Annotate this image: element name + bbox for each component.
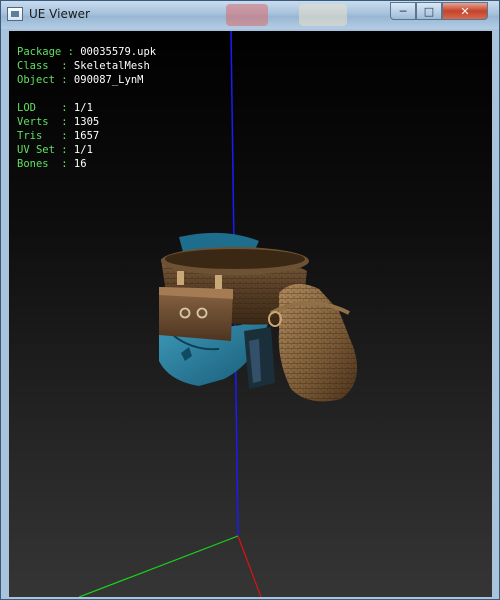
info-row-object: Object : 090087_LynM <box>17 74 144 86</box>
info-row-lod: LOD : 1/1 <box>17 102 93 114</box>
minimize-icon: ─ <box>399 4 407 18</box>
app-icon <box>7 7 23 21</box>
info-row-package: Package : 00035579.upk <box>17 46 157 58</box>
close-icon: ✕ <box>460 4 470 18</box>
info-label: UV Set <box>17 144 62 156</box>
info-label: Verts <box>17 116 62 128</box>
info-label: LOD <box>17 102 62 114</box>
info-value: 00035579.upk <box>80 46 157 58</box>
info-value: 1657 <box>73 130 100 142</box>
info-row-tris: Tris : 1657 <box>17 130 100 142</box>
app-window: UE Viewer ─ □ ✕ Package: 00035579.upk C… <box>0 0 500 600</box>
info-value: 16 <box>73 158 87 170</box>
info-value: 1/1 <box>73 102 93 114</box>
background-blur <box>299 4 347 26</box>
close-button[interactable]: ✕ <box>442 2 488 20</box>
info-label: Class <box>17 60 62 72</box>
window-title: UE Viewer <box>29 7 90 21</box>
maximize-button[interactable]: □ <box>416 2 442 20</box>
info-value: 1305 <box>73 116 100 128</box>
maximize-icon: □ <box>423 4 435 18</box>
minimize-button[interactable]: ─ <box>390 2 416 20</box>
info-value: 1/1 <box>73 144 93 156</box>
info-label: Tris <box>17 130 62 142</box>
info-row-bones: Bones : 16 <box>17 158 87 170</box>
axis-x-line <box>237 535 262 597</box>
axis-y-line <box>78 535 239 597</box>
mesh-model <box>159 232 358 402</box>
info-row-verts: Verts : 1305 <box>17 116 100 128</box>
info-value: 090087_LynM <box>73 74 144 86</box>
info-row-uvset: UV Set : 1/1 <box>17 144 93 156</box>
title-bar[interactable]: UE Viewer ─ □ ✕ <box>1 1 499 29</box>
info-row-class: Class : SkeletalMesh <box>17 60 150 72</box>
mesh-info-panel: Package : 00035579.upk Class : SkeletalM… <box>17 45 156 171</box>
background-blur <box>226 4 268 26</box>
info-label: Package <box>17 46 62 58</box>
info-value: SkeletalMesh <box>73 60 150 72</box>
info-label: Object <box>17 74 62 86</box>
info-label: Bones <box>17 158 62 170</box>
viewport-3d[interactable]: Package : 00035579.upk Class : SkeletalM… <box>9 31 492 597</box>
